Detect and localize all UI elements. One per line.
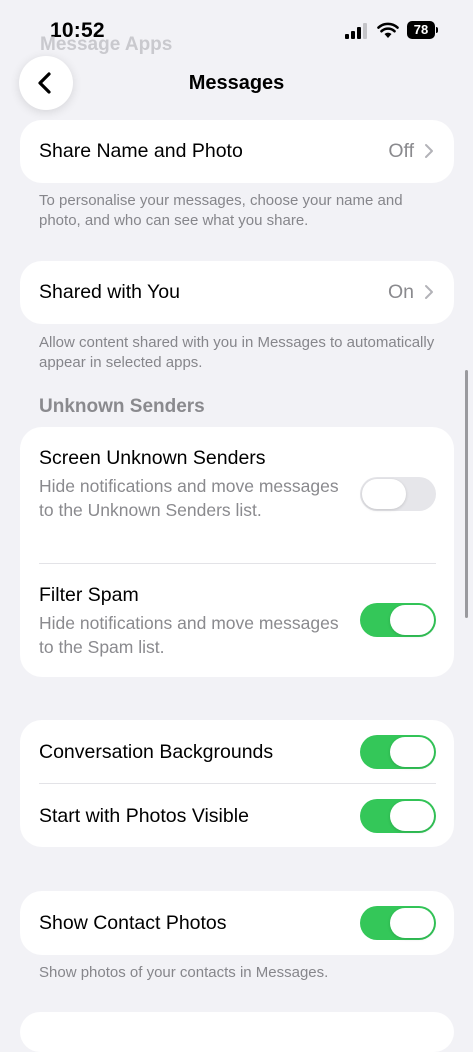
contact-photos-footer: Show photos of your contacts in Messages… [39, 964, 329, 981]
chevron-right-icon [425, 285, 433, 299]
share-name-photo-footer: To personalise your messages, choose you… [39, 192, 403, 229]
conversation-backgrounds-label: Conversation Backgrounds [39, 741, 274, 763]
next-settings-card[interactable] [20, 1012, 454, 1052]
toggle-knob [390, 605, 434, 635]
share-name-photo-value: Off [388, 140, 414, 162]
battery-level: 78 [407, 21, 435, 39]
unknown-senders-header: Unknown Senders [39, 396, 205, 417]
toggle-knob [390, 801, 434, 831]
screen-unknown-senders-label: Screen Unknown Senders [39, 447, 266, 469]
toggle-knob [362, 479, 406, 509]
shared-with-you-label: Shared with You [39, 281, 180, 303]
filter-spam-toggle[interactable] [360, 603, 436, 637]
page-title: Messages [188, 72, 285, 94]
photos-visible-toggle[interactable] [360, 799, 436, 833]
contact-photos-row: Show Contact Photos [20, 891, 454, 955]
wifi-icon [377, 22, 399, 38]
shared-with-you-footer: Allow content shared with you in Message… [39, 334, 435, 371]
photos-visible-label: Start with Photos Visible [39, 805, 249, 827]
filter-spam-label: Filter Spam [39, 584, 139, 606]
contact-photos-label: Show Contact Photos [39, 912, 227, 934]
unknown-senders-group: Screen Unknown Senders Hide notification… [20, 427, 454, 677]
toggle-knob [390, 908, 434, 938]
share-name-photo-row[interactable]: Share Name and Photo Off [20, 120, 454, 183]
scroll-indicator[interactable] [465, 370, 468, 618]
chevron-right-icon [425, 144, 433, 158]
shared-with-you-row[interactable]: Shared with You On [20, 261, 454, 324]
display-options-group: Conversation Backgrounds Start with Phot… [20, 720, 454, 847]
share-name-photo-label: Share Name and Photo [39, 140, 243, 162]
divider [39, 563, 436, 564]
signal-icon [345, 23, 367, 39]
divider [39, 783, 436, 784]
ghost-large-title: Message Apps [40, 34, 173, 55]
conversation-backgrounds-toggle[interactable] [360, 735, 436, 769]
filter-spam-description: Hide notifications and move messages to … [39, 613, 339, 657]
shared-with-you-value: On [387, 281, 414, 303]
battery-tip [436, 27, 438, 33]
battery-icon: 78 [407, 21, 439, 39]
contact-photos-toggle[interactable] [360, 906, 436, 940]
screen-unknown-senders-toggle[interactable] [360, 477, 436, 511]
screen-unknown-senders-description: Hide notifications and move messages to … [39, 476, 339, 520]
toggle-knob [390, 737, 434, 767]
